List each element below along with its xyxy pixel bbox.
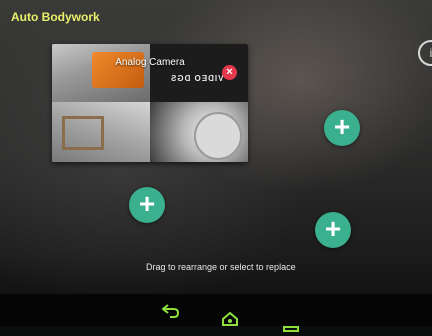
navigation-bar	[0, 294, 432, 332]
screen: Auto Bodywork i VIDEO DGS Analog Camera …	[0, 0, 432, 332]
analog-camera-tile[interactable]: VIDEO DGS Analog Camera ×	[52, 44, 248, 162]
camera-feed-front	[52, 44, 150, 102]
info-icon[interactable]: i	[418, 40, 432, 66]
add-slot-button-bottom-right[interactable]: +	[315, 212, 351, 248]
recent-apps-icon[interactable]	[283, 320, 299, 336]
app-title: Auto Bodywork	[11, 10, 100, 24]
add-slot-button-bottom-left[interactable]: +	[129, 187, 165, 223]
home-icon[interactable]	[222, 311, 238, 330]
hint-text: Drag to rearrange or select to replace	[146, 262, 296, 272]
add-slot-button-top-right[interactable]: +	[324, 110, 360, 146]
mirrored-text: VIDEO DGS	[170, 74, 224, 83]
camera-feed-interior	[52, 102, 150, 162]
camera-tile-label: Analog Camera	[115, 57, 185, 68]
camera-feed-wheel	[150, 102, 248, 162]
remove-camera-button[interactable]: ×	[222, 65, 237, 80]
back-arrow-icon[interactable]	[161, 304, 180, 322]
